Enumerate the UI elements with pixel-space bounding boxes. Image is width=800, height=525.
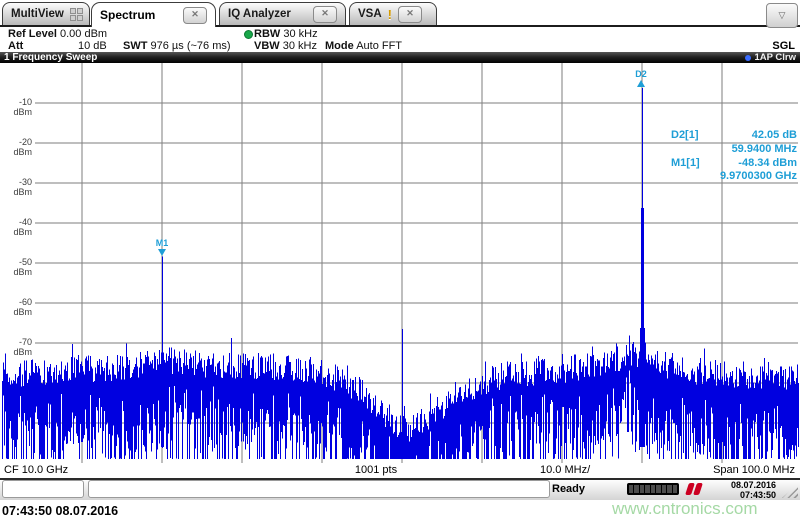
x-axis-bar: CF 10.0 GHz 1001 pts 10.0 MHz/ Span 100.… <box>0 463 800 480</box>
taskbar-slot-2[interactable] <box>88 480 550 498</box>
att-label: Att <box>8 40 24 52</box>
tab-vsa-close-icon[interactable]: ✕ <box>398 5 422 23</box>
marker-readout-panel: D2[1] 42.05 dB 59.9400 MHz M1[1] -48.34 dBm 9… <box>671 129 797 184</box>
ref-level-value: 0.00 dBm <box>59 28 108 40</box>
mode-label: Mode <box>325 40 354 52</box>
mode-value: Auto FFT <box>356 40 403 52</box>
tab-iq-analyzer-label: IQ Analyzer <box>228 8 291 20</box>
tab-multiview[interactable]: MultiView <box>2 2 90 25</box>
rbw-value: 30 kHz <box>283 28 318 40</box>
marker-d2-label: D2 <box>635 69 647 80</box>
marker-d2-icon[interactable] <box>637 80 645 88</box>
watermark: www.cntronics.com <box>612 499 758 518</box>
trace-indicator: 1AP Clrw <box>745 52 796 63</box>
measuring-led-icon <box>244 30 253 39</box>
status-ready-label: Ready <box>552 483 586 495</box>
ref-level-field[interactable]: Ref Level 0.00 dBm <box>8 28 107 40</box>
swt-label: SWT <box>123 40 148 52</box>
tab-iq-analyzer-close-icon[interactable]: ✕ <box>313 5 337 23</box>
tab-spectrum-label: Spectrum <box>100 8 156 22</box>
result-window-titlebar[interactable]: 1 Frequency Sweep 1AP Clrw <box>0 52 800 63</box>
marker-readout-row[interactable]: D2[1] 42.05 dB <box>671 129 797 143</box>
marker-readout-row[interactable]: 59.9400 MHz <box>671 143 797 157</box>
sweep-progress-bar <box>627 483 679 495</box>
tab-vsa[interactable]: VSA ! ✕ <box>349 2 437 25</box>
swt-field[interactable]: SWT 976 µs (~76 ms) <box>123 40 231 52</box>
settings-header: Ref Level 0.00 dBm Att 10 dB SWT 976 µs … <box>0 27 800 52</box>
tab-list-dropdown-button[interactable]: ▽ <box>766 3 798 28</box>
swt-value: 976 µs (~76 ms) <box>150 40 231 52</box>
y-axis-tick-label: -20 dBm <box>13 137 32 157</box>
per-division-label: 10.0 MHz/ <box>540 464 591 476</box>
channel-tab-bar: MultiView Spectrum ✕ IQ Analyzer ✕ VSA !… <box>0 0 800 28</box>
spectrum-analyzer-screen: MultiView Spectrum ✕ IQ Analyzer ✕ VSA !… <box>0 0 800 525</box>
spectrum-trace-canvas <box>2 63 799 463</box>
tab-spectrum-close-icon[interactable]: ✕ <box>183 6 207 24</box>
att-value[interactable]: 10 dB <box>78 40 107 52</box>
footer-datetime: 07:43:50 08.07.2016 <box>2 504 119 518</box>
status-error-icon <box>685 483 705 495</box>
vbw-value: 30 kHz <box>282 40 317 52</box>
resize-grip[interactable] <box>782 484 798 498</box>
center-frequency-label[interactable]: CF 10.0 GHz <box>4 464 68 476</box>
rbw-field[interactable]: RBW 30 kHz <box>254 28 318 40</box>
marker-readout-row[interactable]: 9.9700300 GHz <box>671 170 797 184</box>
tab-iq-analyzer[interactable]: IQ Analyzer ✕ <box>219 2 346 25</box>
vbw-label: VBW <box>254 40 280 52</box>
y-axis-tick-label: -50 dBm <box>13 257 32 277</box>
rbw-label: RBW <box>254 28 281 40</box>
tab-spectrum[interactable]: Spectrum ✕ <box>91 2 216 27</box>
status-datetime: 08.07.2016 07:43:50 <box>731 480 776 500</box>
y-axis-tick-label: -30 dBm <box>13 177 32 197</box>
sweep-points-label: 1001 pts <box>354 464 398 476</box>
vsa-warning-icon: ! <box>387 6 392 22</box>
window-title: 1 Frequency Sweep <box>4 52 98 63</box>
taskbar-slot-1[interactable] <box>2 480 84 498</box>
single-sweep-badge: SGL <box>772 40 795 52</box>
y-axis-tick-label: -10 dBm <box>13 97 32 117</box>
status-date: 08.07.2016 <box>730 480 776 490</box>
spectrum-plot: -10 dBm -20 dBm -30 dBm -40 dBm -50 dBm -60 d… <box>0 63 800 463</box>
y-axis-tick-label: -70 dBm <box>13 337 32 357</box>
span-label[interactable]: Span 100.0 MHz <box>713 464 795 476</box>
y-axis-tick-label: -60 dBm <box>13 297 32 317</box>
ref-level-label: Ref Level <box>8 28 57 40</box>
y-axis-tick-label: -40 dBm <box>13 217 32 237</box>
status-bar: Ready 08.07.2016 07:43:50 <box>0 480 800 500</box>
tab-multiview-label: MultiView <box>11 8 64 20</box>
tab-vsa-label: VSA <box>358 8 382 20</box>
att-field[interactable]: Att <box>8 40 23 52</box>
marker-m1-icon[interactable] <box>158 249 166 257</box>
marker-m1-label: M1 <box>155 238 169 249</box>
trace-color-dot-icon <box>745 54 752 61</box>
marker-readout-row[interactable]: M1[1] -48.34 dBm <box>671 157 797 171</box>
trace-indicator-label: 1AP Clrw <box>754 52 796 63</box>
multiview-grid-icon <box>69 7 83 21</box>
vbw-field[interactable]: VBW 30 kHz <box>254 40 317 52</box>
mode-field[interactable]: Mode Auto FFT <box>325 40 402 52</box>
